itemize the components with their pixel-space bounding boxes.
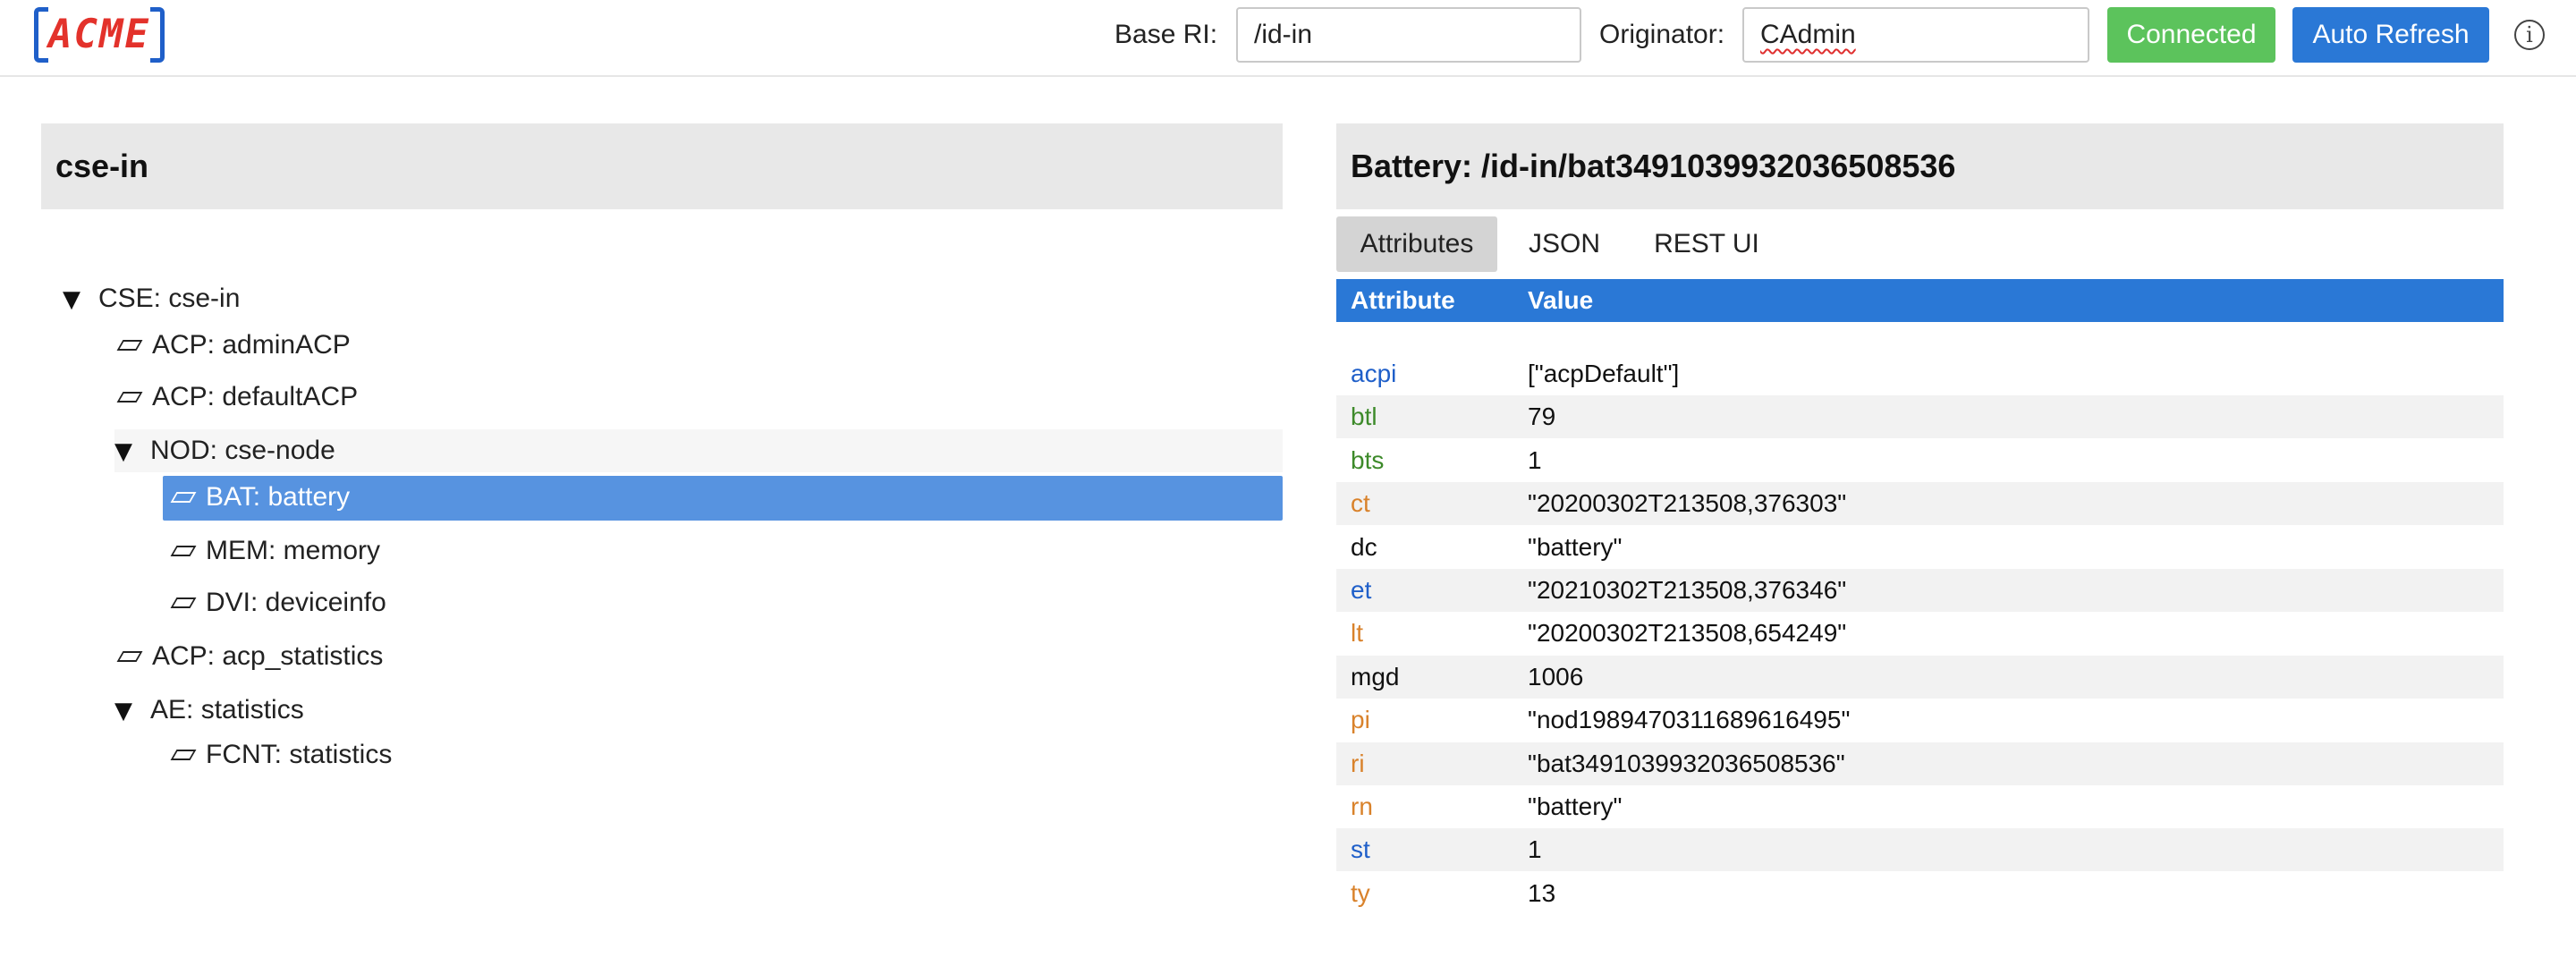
top-toolbar: ACME Base RI: /id-in Originator: CAdmin …	[0, 0, 2576, 77]
originator-input[interactable]: CAdmin	[1742, 7, 2089, 63]
attribute-value: "battery"	[1528, 792, 1623, 820]
tree-node-label: DVI: deviceinfo	[206, 588, 386, 617]
detail-panel-title: Battery: /id-in/bat3491039932036508536	[1351, 148, 1956, 184]
originator-value: CAdmin	[1760, 20, 1856, 49]
attribute-row[interactable]: btl 79	[1336, 395, 2504, 439]
expanded-triangle-icon[interactable]: ▼	[114, 690, 150, 733]
attribute-name: bts	[1351, 445, 1385, 474]
tree-node-nod[interactable]: ▼ NOD: cse-node	[114, 429, 1283, 472]
attribute-value: "20210302T213508,376346"	[1528, 576, 1847, 604]
tree-node-acp-default[interactable]: ACP: defaultACP	[114, 376, 1283, 419]
tree-panel-title: cse-in	[55, 148, 149, 184]
tree-node-label: CSE: cse-in	[98, 284, 241, 313]
logo-right-bracket	[150, 7, 165, 63]
attribute-row[interactable]: mgd 1006	[1336, 655, 2504, 699]
tab-attributes[interactable]: Attributes	[1336, 216, 1497, 272]
tree-node-label: ACP: acp_statistics	[152, 641, 384, 671]
tree-node-dvi[interactable]: DVI: deviceinfo	[168, 581, 1283, 624]
column-header-attribute: Attribute	[1351, 286, 1455, 314]
tree-node-label: ACP: adminACP	[152, 330, 351, 360]
attribute-value: "20200302T213508,654249"	[1528, 619, 1847, 648]
attribute-value: 13	[1528, 878, 1556, 907]
attribute-row[interactable]: acpi ["acpDefault"]	[1336, 352, 2504, 395]
attribute-value: "bat3491039932036508536"	[1528, 749, 1845, 777]
attribute-row[interactable]: bts 1	[1336, 439, 2504, 482]
attribute-value: "nod1989470311689616495"	[1528, 706, 1851, 734]
base-ri-input[interactable]: /id-in	[1236, 7, 1581, 63]
attribute-value: ["acpDefault"]	[1528, 360, 1680, 387]
resource-leaf-icon	[168, 477, 206, 520]
attribute-value: 79	[1528, 402, 1556, 431]
connected-button[interactable]: Connected	[2107, 7, 2275, 63]
attribute-name: ty	[1351, 878, 1370, 907]
attribute-name: st	[1351, 835, 1370, 864]
attribute-value: 1	[1528, 445, 1542, 474]
tab-json[interactable]: JSON	[1515, 216, 1614, 272]
attribute-value: "battery"	[1528, 532, 1623, 561]
logo-text: ACME	[48, 12, 150, 57]
tree-node-cse[interactable]: ▼ CSE: cse-in	[63, 277, 1283, 320]
tree-node-ae[interactable]: ▼ AE: statistics	[114, 689, 1283, 732]
attribute-name: mgd	[1351, 662, 1400, 691]
expanded-triangle-icon[interactable]: ▼	[114, 430, 150, 473]
resource-leaf-icon	[168, 734, 206, 777]
attribute-name: pi	[1351, 706, 1370, 734]
attribute-row[interactable]: st 1	[1336, 828, 2504, 872]
resource-leaf-icon	[114, 377, 152, 419]
tree-node-bat[interactable]: BAT: battery	[163, 476, 1283, 521]
column-header-value: Value	[1528, 286, 1594, 314]
originator-label: Originator:	[1599, 20, 1725, 49]
attribute-name: btl	[1351, 402, 1377, 431]
attribute-row[interactable]: pi "nod1989470311689616495"	[1336, 699, 2504, 741]
resource-leaf-icon	[168, 582, 206, 625]
info-icon[interactable]: i	[2514, 20, 2545, 50]
attribute-name: dc	[1351, 532, 1377, 561]
auto-refresh-button[interactable]: Auto Refresh	[2292, 7, 2489, 63]
tree-panel-header: cse-in	[41, 123, 1283, 209]
resource-leaf-icon	[168, 530, 206, 573]
base-ri-label: Base RI:	[1114, 20, 1218, 49]
tab-rest-ui[interactable]: REST UI	[1640, 216, 1773, 272]
attribute-row[interactable]: ct "20200302T213508,376303"	[1336, 482, 2504, 526]
attribute-row[interactable]: et "20210302T213508,376346"	[1336, 569, 2504, 612]
tree-node-label: AE: statistics	[150, 695, 304, 724]
acme-logo: ACME	[34, 7, 165, 63]
attribute-name: et	[1351, 576, 1372, 604]
attribute-value: "20200302T213508,376303"	[1528, 489, 1847, 518]
attribute-name: lt	[1351, 619, 1363, 648]
detail-panel-header: Battery: /id-in/bat3491039932036508536	[1336, 123, 2504, 209]
tree-node-acp-admin[interactable]: ACP: adminACP	[114, 324, 1283, 367]
tree-node-mem[interactable]: MEM: memory	[168, 530, 1283, 572]
attribute-name: acpi	[1351, 360, 1397, 387]
tree-node-label: NOD: cse-node	[150, 436, 335, 465]
attribute-row[interactable]: ty 13	[1336, 872, 2504, 915]
tree-node-label: BAT: battery	[206, 482, 351, 512]
attribute-row[interactable]: rn "battery"	[1336, 785, 2504, 828]
attribute-row[interactable]: lt "20200302T213508,654249"	[1336, 612, 2504, 655]
tree-node-label: ACP: defaultACP	[152, 382, 359, 411]
attribute-value: 1	[1528, 835, 1542, 864]
attribute-name: ri	[1351, 749, 1365, 777]
attribute-row[interactable]: ri "bat3491039932036508536"	[1336, 741, 2504, 785]
resource-leaf-icon	[114, 325, 152, 368]
expanded-triangle-icon[interactable]: ▼	[63, 278, 98, 321]
attribute-value: 1006	[1528, 662, 1584, 691]
tree-node-label: MEM: memory	[206, 536, 380, 565]
attribute-name: ct	[1351, 489, 1370, 518]
tree-node-acp-statistics[interactable]: ACP: acp_statistics	[114, 635, 1283, 678]
attribute-name: rn	[1351, 792, 1373, 820]
resource-leaf-icon	[114, 636, 152, 679]
tree-node-fcnt[interactable]: FCNT: statistics	[168, 733, 1283, 776]
tree-node-label: FCNT: statistics	[206, 740, 393, 769]
attribute-row[interactable]: dc "battery"	[1336, 526, 2504, 569]
attributes-table-header: Attribute Value	[1336, 279, 2504, 322]
